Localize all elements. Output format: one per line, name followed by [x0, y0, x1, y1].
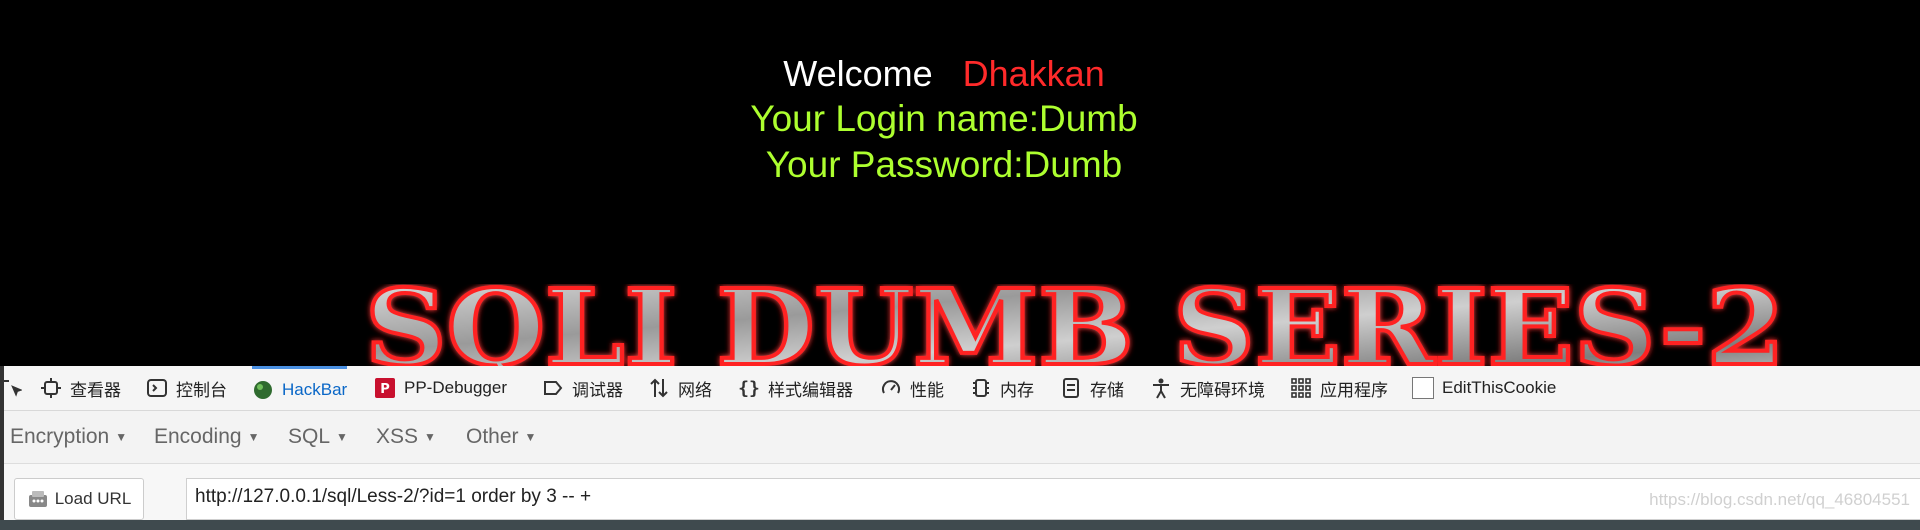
user-name-text: Dhakkan: [962, 53, 1105, 94]
tab-label: 性能: [910, 380, 944, 400]
menu-encryption[interactable]: Encryption ▼: [10, 411, 127, 463]
tab-hackbar[interactable]: HackBar: [252, 366, 348, 410]
tab-label: 样式编辑器: [768, 380, 853, 400]
devtools-toolbar: 查看器 控制台 HackBar P PP-Debugger 调试器 网络 {} …: [0, 366, 1920, 411]
banner-text: SQLI DUMB SERIES-2: [365, 284, 1785, 370]
browser-window: Welcome Dhakkan Your Login name:Dumb Your…: [0, 0, 1920, 530]
inspector-icon: [41, 378, 61, 398]
tab-label: 控制台: [176, 380, 227, 400]
caret-down-icon: ▼: [115, 430, 128, 444]
svg-text:{}: {}: [738, 378, 760, 399]
braces-icon: {}: [738, 378, 760, 399]
caret-down-icon: ▼: [424, 430, 436, 444]
svg-text:P: P: [380, 382, 390, 397]
url-value: http://127.0.0.1/sql/Less-2/?id=1 order …: [195, 486, 592, 507]
tab-editthiscookie[interactable]: EditThisCookie: [1412, 366, 1556, 410]
caret-down-icon: ▼: [524, 430, 537, 444]
tab-console[interactable]: 控制台: [146, 366, 227, 410]
tab-label: 存储: [1090, 380, 1124, 400]
bottom-bar: [0, 520, 1920, 530]
caret-down-icon: ▼: [247, 430, 260, 444]
welcome-text: Welcome: [783, 53, 933, 94]
load-icon: [28, 491, 47, 507]
tab-debugger[interactable]: 调试器: [542, 366, 623, 410]
tab-label: 调试器: [572, 380, 623, 400]
app-grid-icon: [1291, 378, 1311, 398]
storage-icon: [1063, 378, 1079, 398]
password-line: Your Password:Dumb: [765, 144, 1123, 185]
tab-pp-debugger[interactable]: P PP-Debugger: [374, 366, 507, 410]
debugger-icon: [544, 381, 563, 395]
memory-chip-icon: [973, 379, 989, 397]
menu-label: Other: [466, 425, 519, 448]
accessibility-icon: [1153, 378, 1169, 399]
load-url-button[interactable]: Load URL: [14, 478, 144, 520]
tab-accessibility[interactable]: 无障碍环境: [1150, 366, 1265, 410]
sqli-banner-logo: SQLI DUMB SERIES-2: [363, 284, 1787, 370]
tab-label: 查看器: [70, 380, 121, 400]
hackbar-url-area: Load URL http://127.0.0.1/sql/Less-2/?id…: [0, 464, 1920, 520]
menu-other[interactable]: Other ▼: [466, 411, 536, 463]
network-icon: [650, 378, 668, 398]
tab-label: 无障碍环境: [1180, 380, 1265, 400]
tab-label: 应用程序: [1320, 380, 1388, 400]
menu-label: Encoding: [154, 425, 242, 448]
pp-debugger-icon: P: [375, 378, 395, 398]
menu-sql[interactable]: SQL ▼: [288, 411, 348, 463]
login-name-line: Your Login name:Dumb: [750, 98, 1138, 139]
tab-label: 内存: [1000, 380, 1034, 400]
tab-label: HackBar: [282, 379, 348, 399]
web-page: Welcome Dhakkan Your Login name:Dumb Your…: [0, 0, 1920, 370]
console-icon: [147, 379, 167, 397]
menu-label: Encryption: [10, 425, 110, 448]
tab-storage[interactable]: 存储: [1060, 366, 1124, 410]
menu-encoding[interactable]: Encoding ▼: [154, 411, 259, 463]
welcome-line: Welcome Dhakkan: [0, 52, 1888, 96]
tab-application[interactable]: 应用程序: [1290, 366, 1388, 410]
hackbar-icon: [254, 380, 272, 399]
gauge-icon: [882, 380, 900, 394]
load-url-label: Load URL: [54, 489, 132, 508]
hackbar-menu-bar: Encryption ▼ Encoding ▼ SQL ▼ XSS ▼ Other ▼: [0, 411, 1920, 464]
tab-label: 网络: [678, 380, 712, 400]
menu-label: SQL: [288, 425, 331, 448]
tab-network[interactable]: 网络: [648, 366, 712, 410]
tab-performance[interactable]: 性能: [880, 366, 944, 410]
tab-inspector[interactable]: 查看器: [40, 366, 121, 410]
tab-label: EditThisCookie: [1442, 378, 1557, 397]
tab-style-editor[interactable]: {} 样式编辑器: [738, 366, 853, 410]
caret-down-icon: ▼: [336, 430, 348, 444]
tab-memory[interactable]: 内存: [970, 366, 1034, 410]
tab-label: PP-Debugger: [404, 378, 508, 397]
left-edge: [0, 366, 4, 530]
menu-xss[interactable]: XSS ▼: [376, 411, 436, 463]
menu-label: XSS: [376, 425, 419, 448]
watermark: https://blog.csdn.net/qq_46804551: [1649, 490, 1910, 509]
editthiscookie-icon: [1412, 377, 1434, 399]
